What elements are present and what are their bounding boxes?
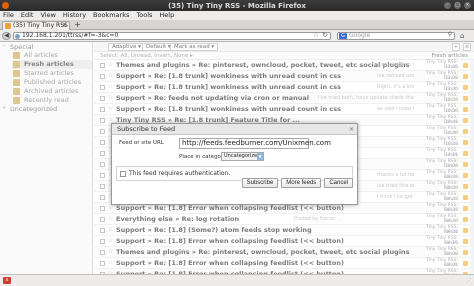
menu-bar: File Edit View History Bookmarks Tools H… — [0, 11, 474, 20]
url-text: 192.168.1.201/ttrss/#f=-3&c=0 — [22, 32, 119, 39]
status-bar: x ⋰ — [0, 274, 474, 286]
category-select[interactable]: Uncategorized ▼ — [221, 152, 264, 161]
menu-help[interactable]: Help — [159, 11, 174, 20]
search-placeholder: Google — [349, 32, 371, 39]
window-title: (35) Tiny Tiny RSS - Mozilla Firefox — [168, 1, 306, 10]
search-engine-icon[interactable]: G — [339, 33, 347, 39]
auth-checkbox[interactable] — [120, 171, 126, 177]
maximize-icon[interactable]: □ — [454, 2, 461, 9]
subscribe-button[interactable]: Subscribe — [241, 178, 279, 188]
menu-history[interactable]: History — [63, 11, 86, 20]
globe-icon — [15, 34, 20, 39]
tab-ttrss[interactable]: (35) Tiny Tiny RSS × — [2, 21, 70, 30]
ttrss-favicon-icon — [5, 23, 11, 29]
minimize-icon[interactable]: – — [444, 2, 451, 9]
reload-icon[interactable]: ↻ — [322, 32, 328, 39]
error-icon[interactable]: x — [3, 277, 11, 284]
dialog-buttons: Subscribe More feeds Cancel — [241, 178, 353, 188]
menu-bookmarks[interactable]: Bookmarks — [93, 11, 129, 20]
tab-label: (35) Tiny Tiny RSS — [13, 22, 68, 29]
url-input[interactable]: 192.168.1.201/ttrss/#f=-3&c=0 ☆ ↻ — [13, 32, 331, 40]
search-input[interactable]: G Google ⚲ — [337, 32, 455, 40]
dialog-close-icon[interactable]: × — [349, 124, 354, 135]
search-icon[interactable]: ⚲ — [448, 32, 452, 38]
menu-view[interactable]: View — [40, 11, 55, 20]
new-tab-button[interactable]: + — [73, 21, 82, 29]
tab-close-icon[interactable]: × — [62, 22, 67, 30]
feed-url-input[interactable]: http://feeds.feedburner.com/Unixmen.com — [179, 138, 331, 149]
resize-grip-icon[interactable]: ⋰ — [466, 278, 471, 284]
auth-checkbox-label: This feed requires authentication. — [129, 170, 231, 177]
menu-file[interactable]: File — [3, 11, 14, 20]
more-feeds-button[interactable]: More feeds — [281, 178, 322, 188]
menu-tools[interactable]: Tools — [136, 11, 152, 20]
feed-url-label: Feed or site URL — [119, 140, 164, 146]
bookmark-star-icon[interactable]: ☆ — [313, 32, 319, 39]
dialog-title: Subscribe to Feed — [117, 125, 176, 133]
home-icon[interactable]: ⌂ — [460, 32, 470, 40]
cancel-button[interactable]: Cancel — [324, 178, 353, 188]
dialog-titlebar: Subscribe to Feed × — [112, 124, 357, 135]
close-icon[interactable]: × — [464, 2, 471, 9]
category-value: Uncategorized — [224, 153, 261, 159]
window-controls: – □ × — [444, 2, 471, 9]
back-arrow-icon[interactable]: ◀ — [2, 32, 11, 40]
window-titlebar: (35) Tiny Tiny RSS - Mozilla Firefox – □… — [0, 0, 474, 11]
tab-bar: (35) Tiny Tiny RSS × + — [0, 20, 474, 30]
chevron-down-icon[interactable]: ▼ — [257, 153, 263, 160]
navigation-bar: ◀ 192.168.1.201/ttrss/#f=-3&c=0 ☆ ↻ G Go… — [0, 30, 474, 42]
subscribe-dialog: Subscribe to Feed × Feed or site URL htt… — [111, 123, 358, 205]
menu-edit[interactable]: Edit — [21, 11, 34, 20]
